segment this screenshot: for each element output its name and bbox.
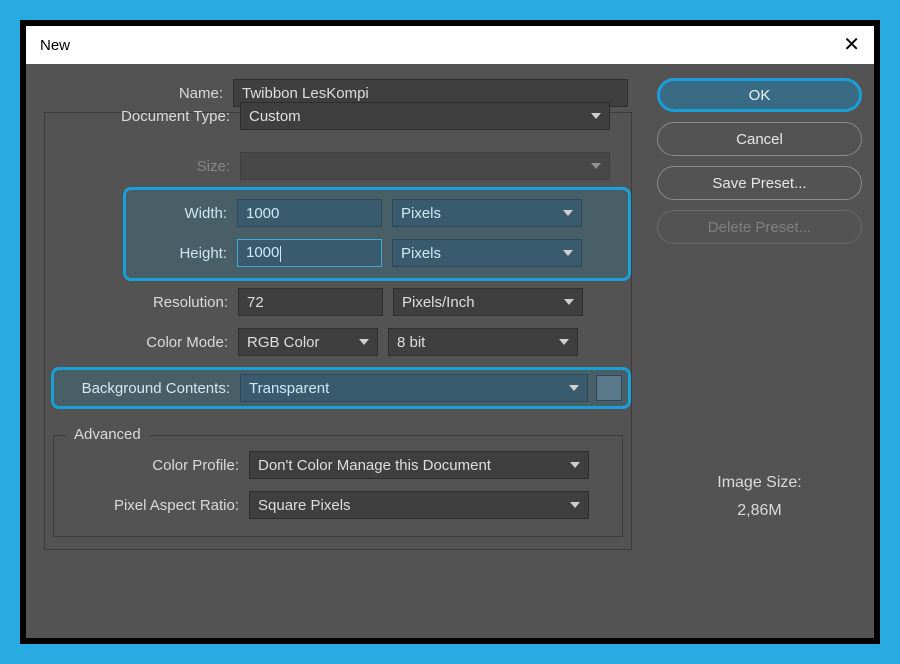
color-mode-value: RGB Color bbox=[247, 334, 320, 351]
chevron-down-icon bbox=[559, 339, 569, 345]
color-profile-value: Don't Color Manage this Document bbox=[258, 457, 491, 474]
cancel-label: Cancel bbox=[736, 131, 783, 148]
height-field[interactable]: 1000 bbox=[237, 239, 382, 267]
pixel-aspect-select[interactable]: Square Pixels bbox=[249, 491, 589, 519]
background-label: Background Contents: bbox=[60, 380, 240, 397]
dimensions-highlight: Width: 1000 Pixels Height: 1000 bbox=[123, 187, 631, 281]
image-size-value: 2,86M bbox=[657, 502, 862, 520]
chevron-down-icon bbox=[591, 163, 601, 169]
doc-type-row: Document Type: Custom bbox=[45, 101, 631, 131]
dialog-window: New ✕ Name: Twibbon LesKompi Document Ty… bbox=[20, 20, 880, 644]
color-profile-row: Color Profile: Don't Color Manage this D… bbox=[54, 450, 622, 480]
ok-button[interactable]: OK bbox=[657, 78, 862, 112]
doc-type-select[interactable]: Custom bbox=[240, 102, 610, 130]
doc-type-label: Document Type: bbox=[45, 108, 240, 125]
ok-label: OK bbox=[749, 87, 771, 104]
pixel-aspect-row: Pixel Aspect Ratio: Square Pixels bbox=[54, 490, 622, 520]
resolution-row: Resolution: 72 Pixels/Inch bbox=[45, 287, 631, 317]
background-highlight: Background Contents: Transparent bbox=[51, 367, 631, 409]
name-value: Twibbon LesKompi bbox=[242, 85, 369, 102]
chevron-down-icon bbox=[591, 113, 601, 119]
resolution-unit-select[interactable]: Pixels/Inch bbox=[393, 288, 583, 316]
height-label: Height: bbox=[132, 245, 237, 262]
save-preset-label: Save Preset... bbox=[712, 175, 806, 192]
name-label: Name: bbox=[38, 85, 233, 102]
background-color-swatch[interactable] bbox=[596, 375, 622, 401]
image-size-display: Image Size: 2,86M bbox=[657, 474, 862, 520]
delete-preset-label: Delete Preset... bbox=[708, 219, 811, 236]
resolution-label: Resolution: bbox=[45, 294, 238, 311]
color-mode-select[interactable]: RGB Color bbox=[238, 328, 378, 356]
chevron-down-icon bbox=[564, 299, 574, 305]
button-panel: OK Cancel Save Preset... Delete Preset..… bbox=[657, 78, 862, 624]
title-bar: New ✕ bbox=[26, 26, 874, 64]
resolution-value: 72 bbox=[247, 294, 264, 311]
image-size-label: Image Size: bbox=[657, 474, 862, 492]
width-row: Width: 1000 Pixels bbox=[132, 198, 622, 228]
cancel-button[interactable]: Cancel bbox=[657, 122, 862, 156]
width-field[interactable]: 1000 bbox=[237, 199, 382, 227]
chevron-down-icon bbox=[570, 462, 580, 468]
width-label: Width: bbox=[132, 205, 237, 222]
width-unit-select[interactable]: Pixels bbox=[392, 199, 582, 227]
size-row: Size: bbox=[45, 151, 631, 181]
color-depth-value: 8 bit bbox=[397, 334, 425, 351]
resolution-field[interactable]: 72 bbox=[238, 288, 383, 316]
main-fieldset: Document Type: Custom Size: Width: bbox=[44, 112, 632, 550]
color-mode-row: Color Mode: RGB Color 8 bit bbox=[45, 327, 631, 357]
dialog-body: Name: Twibbon LesKompi Document Type: Cu… bbox=[26, 64, 874, 638]
pixel-aspect-value: Square Pixels bbox=[258, 497, 351, 514]
width-value: 1000 bbox=[246, 205, 279, 222]
size-label: Size: bbox=[45, 158, 240, 175]
save-preset-button[interactable]: Save Preset... bbox=[657, 166, 862, 200]
chevron-down-icon bbox=[569, 385, 579, 391]
chevron-down-icon bbox=[570, 502, 580, 508]
height-value: 1000 bbox=[246, 244, 281, 261]
pixel-aspect-label: Pixel Aspect Ratio: bbox=[54, 497, 249, 514]
doc-type-value: Custom bbox=[249, 108, 301, 125]
resolution-unit-value: Pixels/Inch bbox=[402, 294, 475, 311]
chevron-down-icon bbox=[563, 210, 573, 216]
advanced-fieldset: Advanced Color Profile: Don't Color Mana… bbox=[53, 435, 623, 537]
color-mode-label: Color Mode: bbox=[45, 334, 238, 351]
width-unit-value: Pixels bbox=[401, 205, 441, 222]
color-profile-select[interactable]: Don't Color Manage this Document bbox=[249, 451, 589, 479]
height-unit-select[interactable]: Pixels bbox=[392, 239, 582, 267]
window-title: New bbox=[40, 37, 70, 54]
chevron-down-icon bbox=[359, 339, 369, 345]
chevron-down-icon bbox=[563, 250, 573, 256]
background-value: Transparent bbox=[249, 380, 329, 397]
size-select bbox=[240, 152, 610, 180]
height-row: Height: 1000 Pixels bbox=[132, 238, 622, 268]
advanced-legend: Advanced bbox=[66, 426, 149, 443]
delete-preset-button: Delete Preset... bbox=[657, 210, 862, 244]
background-select[interactable]: Transparent bbox=[240, 374, 588, 402]
color-profile-label: Color Profile: bbox=[54, 457, 249, 474]
color-depth-select[interactable]: 8 bit bbox=[388, 328, 578, 356]
form-panel: Name: Twibbon LesKompi Document Type: Cu… bbox=[38, 78, 645, 624]
height-unit-value: Pixels bbox=[401, 245, 441, 262]
close-icon[interactable]: ✕ bbox=[843, 35, 860, 55]
